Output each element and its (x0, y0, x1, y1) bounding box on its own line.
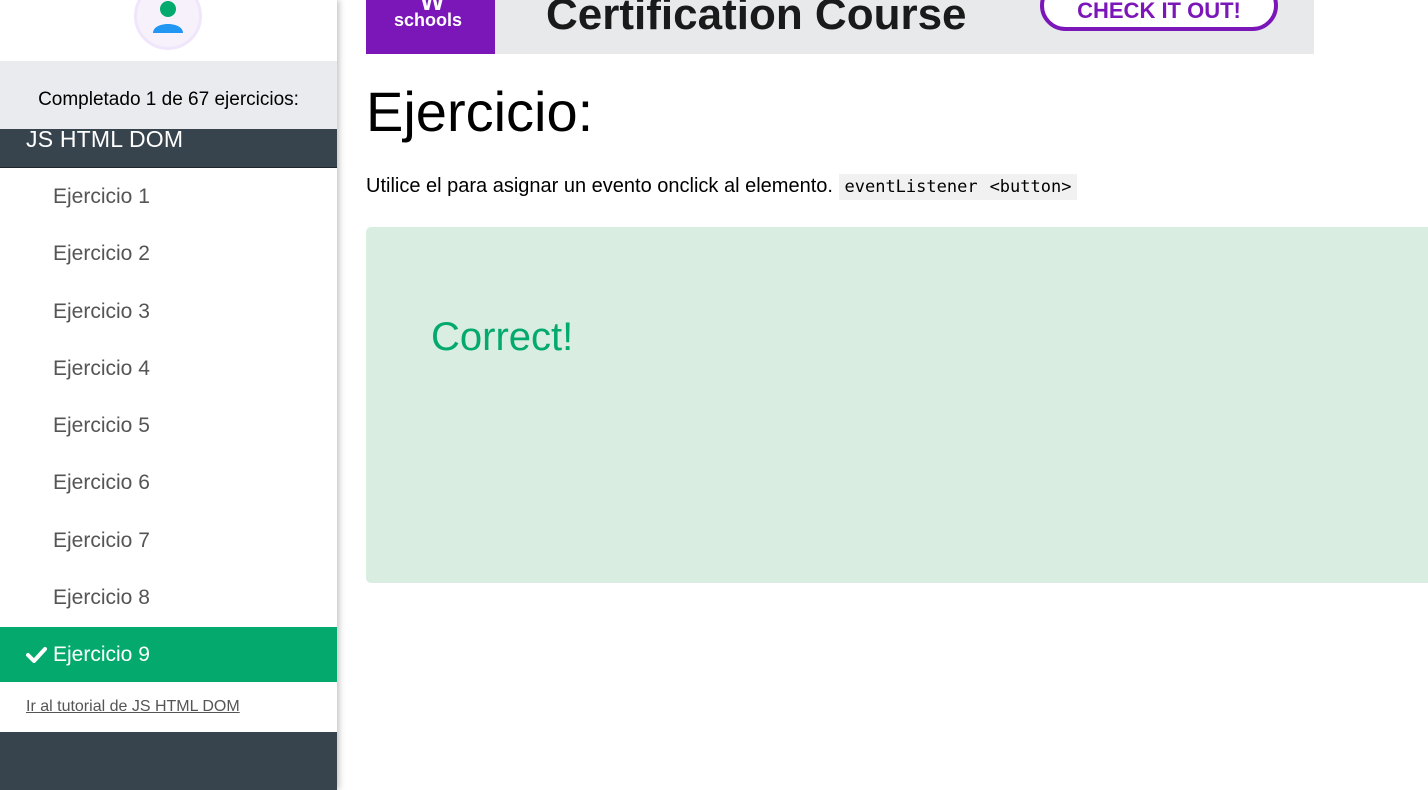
section-header: JS HTML DOM (0, 126, 337, 168)
exercise-instruction: Utilice el para asignar un evento onclic… (366, 174, 1078, 200)
cta-label: CHECK IT OUT! (1077, 0, 1241, 23)
w3schools-logo: W schools (366, 0, 495, 54)
progress-area: Completado 1 de 67 ejercicios: (0, 61, 337, 129)
progress-text: Completado 1 de 67 ejercicios: (38, 89, 299, 110)
exercise-label: Ejercicio 6 (53, 471, 150, 495)
exercise-item-7[interactable]: Ejercicio 7 (0, 512, 337, 569)
exercise-label: Ejercicio 3 (53, 299, 150, 323)
exercise-item-9-active[interactable]: Ejercicio 9 (0, 627, 337, 684)
exercise-label: Ejercicio 5 (53, 414, 150, 438)
exercise-item-4[interactable]: Ejercicio 4 (0, 340, 337, 397)
result-panel: Correct! (366, 227, 1428, 583)
code-snippet-button: <button> (983, 174, 1078, 200)
exercise-item-3[interactable]: Ejercicio 3 (0, 283, 337, 340)
exercise-label: Ejercicio 7 (53, 528, 150, 552)
tutorial-link[interactable]: Ir al tutorial de JS HTML DOM (26, 698, 240, 716)
tutorial-link-area: Ir al tutorial de JS HTML DOM (0, 682, 337, 732)
logo-text: schools (394, 10, 463, 30)
user-avatar-icon (153, 1, 183, 33)
exercise-item-6[interactable]: Ejercicio 6 (0, 454, 337, 511)
exercise-item-2[interactable]: Ejercicio 2 (0, 225, 337, 282)
exercise-label: Ejercicio 8 (53, 586, 150, 610)
exercise-label: Ejercicio 9 (53, 643, 150, 667)
sidebar: Completado 1 de 67 ejercicios: JS HTML D… (0, 0, 337, 790)
exercise-label: Ejercicio 2 (53, 242, 150, 266)
section-title: JS HTML DOM (26, 126, 184, 152)
instruction-text: Utilice el para asignar un evento onclic… (366, 175, 833, 197)
exercise-label: Ejercicio 1 (53, 185, 150, 208)
check-icon (26, 647, 47, 664)
banner-title: Certification Course (546, 0, 967, 39)
check-it-out-button[interactable]: CHECK IT OUT! (1040, 0, 1278, 31)
code-snippet-eventlistener: eventListener (838, 174, 984, 200)
page-title: Ejercicio: (366, 80, 594, 143)
exercise-item-8[interactable]: Ejercicio 8 (0, 569, 337, 626)
avatar[interactable] (134, 0, 202, 50)
exercise-item-1[interactable]: Ejercicio 1 (0, 168, 337, 225)
result-message: Correct! (431, 315, 574, 359)
sidebar-profile-area (0, 0, 337, 61)
exercise-item-5[interactable]: Ejercicio 5 (0, 397, 337, 454)
exercise-list: Ejercicio 1 Ejercicio 2 Ejercicio 3 Ejer… (0, 168, 337, 684)
exercise-label: Ejercicio 4 (53, 356, 150, 380)
certification-banner[interactable]: W schools Certification Course CHECK IT … (366, 0, 1314, 54)
